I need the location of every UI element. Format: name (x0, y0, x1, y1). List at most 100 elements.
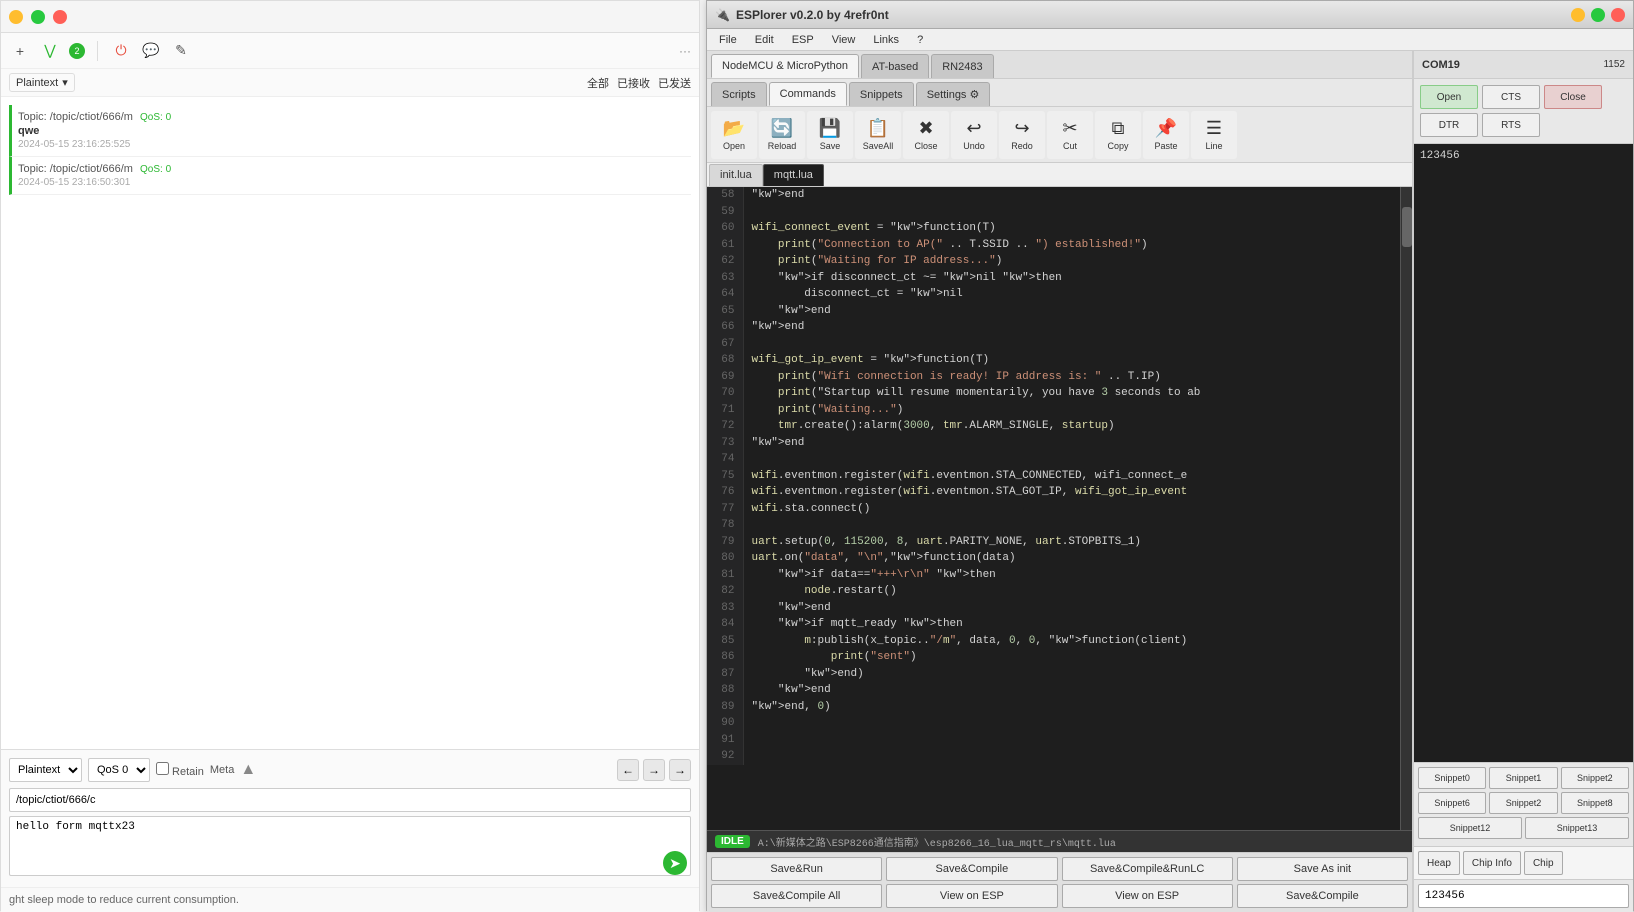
topic-input[interactable] (9, 788, 691, 812)
code-content: print("Waiting for IP address...") (743, 253, 1412, 270)
save-compile-runlc-button[interactable]: Save&Compile&RunLC (1062, 857, 1233, 881)
save-compile-button[interactable]: Save&Compile (886, 857, 1057, 881)
tab-nodemcu[interactable]: NodeMCU & MicroPython (711, 54, 859, 78)
menu-edit[interactable]: Edit (747, 32, 782, 48)
snippet12-button[interactable]: Snippet12 (1418, 817, 1522, 839)
table-row: 73 "kw">end (707, 435, 1412, 452)
cut-button[interactable]: ✂ Cut (1047, 111, 1093, 159)
list-item[interactable]: COM19 Topic: /topic/ctiot/666/m QoS: 0 q… (9, 105, 691, 157)
menu-file[interactable]: File (711, 32, 745, 48)
send-button[interactable]: ➤ (663, 851, 687, 875)
dtr-button[interactable]: DTR (1420, 113, 1478, 137)
prev-arrow[interactable]: ← (617, 759, 639, 781)
close-window-button[interactable] (53, 10, 67, 24)
save-compile-button2[interactable]: Save&Compile (1237, 884, 1408, 908)
close-com-button[interactable]: Close (1544, 85, 1602, 109)
retain-checkbox[interactable] (156, 762, 169, 775)
table-row: 64 disconnect_ct = "kw">nil (707, 286, 1412, 303)
expand-icon[interactable]: ⋁ (39, 40, 61, 62)
right-arrow[interactable]: → (669, 759, 691, 781)
code-editor[interactable]: 58 "kw">end 59 60 wifi_connect_event = "… (707, 187, 1412, 830)
menu-view[interactable]: View (824, 32, 864, 48)
code-content: node.restart() (743, 583, 1412, 600)
bottom-buttons: Save&Run Save&Compile Save&Compile&RunLC… (707, 852, 1412, 912)
close-btn[interactable] (1611, 8, 1625, 22)
maximize-button[interactable] (31, 10, 45, 24)
esplorer-body: NodeMCU & MicroPython AT-based RN2483 Sc… (707, 51, 1633, 912)
list-item[interactable]: Topic: /topic/ctiot/666/m QoS: 0 2024-05… (9, 157, 691, 195)
table-row: 62 print("Waiting for IP address...") (707, 253, 1412, 270)
line-number: 61 (707, 237, 743, 254)
more-options-icon[interactable]: ··· (679, 44, 691, 58)
save-as-init-button[interactable]: Save As init (1237, 857, 1408, 881)
paste-icon: 📌 (1155, 118, 1177, 139)
tab-received[interactable]: 已接收 (617, 75, 650, 91)
cts-button[interactable]: CTS (1482, 85, 1540, 109)
tab-mqtt-lua[interactable]: mqtt.lua (763, 164, 824, 186)
snippet13-button[interactable]: Snippet13 (1525, 817, 1629, 839)
add-icon[interactable]: + (9, 40, 31, 62)
maximize-btn[interactable] (1591, 8, 1605, 22)
menu-esp[interactable]: ESP (784, 32, 822, 48)
message-body-input[interactable]: hello form mqttx23 (9, 816, 691, 876)
save-run-button[interactable]: Save&Run (711, 857, 882, 881)
snippet0-button[interactable]: Snippet0 (1418, 767, 1486, 789)
save-button[interactable]: 💾 Save (807, 111, 853, 159)
tab-scripts[interactable]: Scripts (711, 82, 767, 106)
vertical-scrollbar[interactable] (1400, 187, 1412, 830)
close-file-button[interactable]: ✖ Close (903, 111, 949, 159)
snippet1-button[interactable]: Snippet1 (1489, 767, 1557, 789)
open-com-button[interactable]: Open (1420, 85, 1478, 109)
rts-button[interactable]: RTS (1482, 113, 1540, 137)
tab-commands[interactable]: Commands (769, 82, 847, 106)
tab-snippets[interactable]: Snippets (849, 82, 914, 106)
paste-button[interactable]: 📌 Paste (1143, 111, 1189, 159)
snippet6-button[interactable]: Snippet6 (1418, 792, 1486, 814)
menu-links[interactable]: Links (865, 32, 907, 48)
next-arrow[interactable]: → (643, 759, 665, 781)
edit-icon[interactable]: ✎ (170, 40, 192, 62)
line-number: 76 (707, 484, 743, 501)
qos-select[interactable]: QoS 0 (88, 758, 150, 782)
reload-button[interactable]: 🔄 Reload (759, 111, 805, 159)
open-button[interactable]: 📂 Open (711, 111, 757, 159)
snippet2-button[interactable]: Snippet2 (1561, 767, 1629, 789)
tab-all[interactable]: 全部 (587, 75, 609, 91)
line-number: 60 (707, 220, 743, 237)
view-on-esp-button1[interactable]: View on ESP (886, 884, 1057, 908)
chip-info-button[interactable]: Chip Info (1463, 851, 1521, 875)
power-icon[interactable]: ⏻ (110, 40, 132, 62)
save-compile-all-button[interactable]: Save&Compile All (711, 884, 882, 908)
copy-button[interactable]: ⧉ Copy (1095, 111, 1141, 159)
view-on-esp-button2[interactable]: View on ESP (1062, 884, 1233, 908)
minimize-btn[interactable] (1571, 8, 1585, 22)
line-button[interactable]: ☰ Line (1191, 111, 1237, 159)
saveall-button[interactable]: 📋 SaveAll (855, 111, 901, 159)
tab-sent[interactable]: 已发送 (658, 75, 691, 91)
line-number: 71 (707, 402, 743, 419)
snippet8-button[interactable]: Snippet8 (1561, 792, 1629, 814)
menu-help[interactable]: ? (909, 32, 931, 48)
snippet2b-button[interactable]: Snippet2 (1489, 792, 1557, 814)
scrollbar-thumb[interactable] (1402, 207, 1412, 247)
minimize-button[interactable] (9, 10, 23, 24)
heap-button[interactable]: Heap (1418, 851, 1460, 875)
line-number: 62 (707, 253, 743, 270)
left-title-bar (1, 1, 699, 33)
chat-icon[interactable]: 💬 (140, 40, 162, 62)
code-content: uart.setup(0, 115200, 8, uart.PARITY_NON… (743, 534, 1412, 551)
table-row: 88 "kw">end (707, 682, 1412, 699)
undo-button[interactable]: ↩ Undo (951, 111, 997, 159)
tab-settings[interactable]: Settings ⚙ (916, 82, 991, 106)
serial-input[interactable] (1418, 884, 1629, 908)
chip-button[interactable]: Chip (1524, 851, 1563, 875)
redo-button[interactable]: ↪ Redo (999, 111, 1045, 159)
expand-meta-icon[interactable]: ▲ (240, 761, 256, 779)
format-select[interactable]: Plaintext (9, 758, 82, 782)
tab-init-lua[interactable]: init.lua (709, 164, 763, 186)
format-selector[interactable]: Plaintext ▾ (9, 73, 75, 92)
code-content (743, 748, 1412, 765)
tab-rn2483[interactable]: RN2483 (931, 54, 993, 78)
code-content: "kw">end (743, 187, 1412, 204)
tab-atbased[interactable]: AT-based (861, 54, 929, 78)
